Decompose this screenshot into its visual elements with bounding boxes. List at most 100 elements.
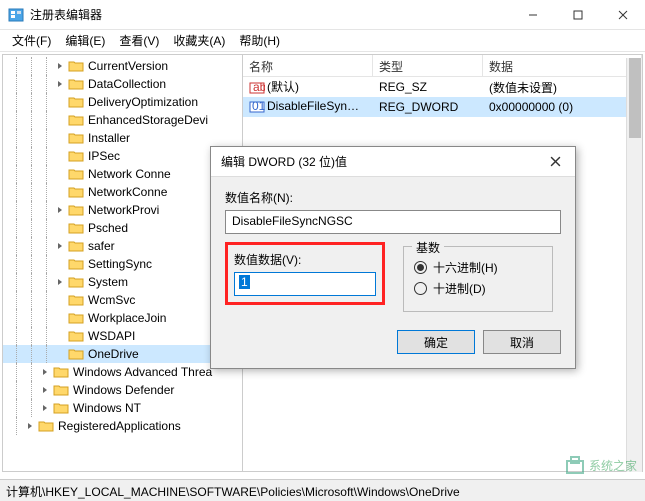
tree-item[interactable]: NetworkProvi <box>3 201 242 219</box>
expand-icon[interactable] <box>24 420 36 432</box>
tree-item[interactable]: Windows NT <box>3 399 242 417</box>
col-type[interactable]: 类型 <box>373 55 483 76</box>
value-type: REG_SZ <box>373 78 483 96</box>
dialog-close-button[interactable] <box>535 147 575 177</box>
tree-item[interactable]: EnhancedStorageDevi <box>3 111 242 129</box>
expand-icon[interactable] <box>39 384 51 396</box>
tree-item[interactable]: Windows Advanced Threa <box>3 363 242 381</box>
vertical-scrollbar[interactable] <box>626 58 642 472</box>
tree-item[interactable]: DataCollection <box>3 75 242 93</box>
folder-icon <box>68 275 84 289</box>
maximize-button[interactable] <box>555 0 600 30</box>
tree-item[interactable]: safer <box>3 237 242 255</box>
value-data: (数值未设置) <box>483 77 642 98</box>
tree-item[interactable]: WorkplaceJoin <box>3 309 242 327</box>
expand-icon[interactable] <box>54 222 66 234</box>
expand-icon[interactable] <box>54 78 66 90</box>
folder-icon <box>68 221 84 235</box>
folder-icon <box>68 293 84 307</box>
tree-item[interactable]: NetworkConne <box>3 183 242 201</box>
folder-icon <box>38 419 54 433</box>
col-data[interactable]: 数据 <box>483 55 642 76</box>
tree-item[interactable]: DeliveryOptimization <box>3 93 242 111</box>
value-data-selection: 1 <box>239 275 250 289</box>
tree-label: Windows Defender <box>73 383 174 397</box>
tree-label: Windows NT <box>73 401 141 415</box>
tree-label: DataCollection <box>88 77 166 91</box>
close-button[interactable] <box>600 0 645 30</box>
minimize-button[interactable] <box>510 0 555 30</box>
tree-item[interactable]: WcmSvc <box>3 291 242 309</box>
list-row[interactable]: ab(默认)REG_SZ(数值未设置) <box>243 77 642 97</box>
tree-label: NetworkProvi <box>88 203 159 217</box>
tree-item[interactable]: Installer <box>3 129 242 147</box>
list-row[interactable]: 011DisableFileSyn…REG_DWORD0x00000000 (0… <box>243 97 642 117</box>
scrollbar-thumb[interactable] <box>629 58 641 138</box>
tree-label: WcmSvc <box>88 293 135 307</box>
expand-icon[interactable] <box>54 294 66 306</box>
tree-item[interactable]: Psched <box>3 219 242 237</box>
expand-icon[interactable] <box>54 96 66 108</box>
tree-item[interactable]: IPSec <box>3 147 242 165</box>
tree-item[interactable]: Windows Defender <box>3 381 242 399</box>
expand-icon[interactable] <box>54 132 66 144</box>
tree-label: WSDAPI <box>88 329 135 343</box>
folder-icon <box>53 365 69 379</box>
tree-item[interactable]: SettingSync <box>3 255 242 273</box>
folder-icon <box>68 311 84 325</box>
tree-label: OneDrive <box>88 347 139 361</box>
expand-icon[interactable] <box>54 114 66 126</box>
tree-label: Installer <box>88 131 130 145</box>
expand-icon[interactable] <box>54 204 66 216</box>
tree-item[interactable]: Network Conne <box>3 165 242 183</box>
dialog-title: 编辑 DWORD (32 位)值 <box>221 153 535 170</box>
value-data-input[interactable]: 1 <box>234 272 376 296</box>
tree-item[interactable]: System <box>3 273 242 291</box>
expand-icon[interactable] <box>39 366 51 378</box>
tree-item[interactable]: WSDAPI <box>3 327 242 345</box>
expand-icon[interactable] <box>54 276 66 288</box>
menu-favorites[interactable]: 收藏夹(A) <box>167 30 231 51</box>
tree-item[interactable]: RegisteredApplications <box>3 417 242 435</box>
ok-button[interactable]: 确定 <box>397 330 475 354</box>
col-name[interactable]: 名称 <box>243 55 373 76</box>
expand-icon[interactable] <box>54 258 66 270</box>
expand-icon[interactable] <box>54 312 66 324</box>
expand-icon[interactable] <box>54 150 66 162</box>
tree-item[interactable]: OneDrive <box>3 345 242 363</box>
folder-icon <box>68 131 84 145</box>
watermark: 系统之家 <box>565 455 637 475</box>
expand-icon[interactable] <box>54 186 66 198</box>
value-type-icon: 011 <box>249 99 265 115</box>
svg-text:011: 011 <box>252 99 265 113</box>
title-bar: 注册表编辑器 <box>0 0 645 30</box>
folder-icon <box>68 167 84 181</box>
value-name-input[interactable]: DisableFileSyncNGSC <box>225 210 561 234</box>
menu-view[interactable]: 查看(V) <box>113 30 165 51</box>
tree-label: NetworkConne <box>88 185 167 199</box>
radio-hex-icon <box>414 261 427 274</box>
tree-label: Psched <box>88 221 128 235</box>
edit-dword-dialog: 编辑 DWORD (32 位)值 数值名称(N): DisableFileSyn… <box>210 146 576 369</box>
expand-icon[interactable] <box>54 330 66 342</box>
tree-label: Windows Advanced Threa <box>73 365 212 379</box>
expand-icon[interactable] <box>54 240 66 252</box>
menu-help[interactable]: 帮助(H) <box>233 30 286 51</box>
menu-file[interactable]: 文件(F) <box>6 30 57 51</box>
cancel-button[interactable]: 取消 <box>483 330 561 354</box>
expand-icon[interactable] <box>54 60 66 72</box>
folder-icon <box>68 347 84 361</box>
window-title: 注册表编辑器 <box>30 6 510 23</box>
folder-icon <box>68 185 84 199</box>
dialog-titlebar: 编辑 DWORD (32 位)值 <box>211 147 575 177</box>
folder-icon <box>53 401 69 415</box>
expand-icon[interactable] <box>54 168 66 180</box>
radio-dec[interactable]: 十进制(D) <box>414 280 542 297</box>
radio-hex[interactable]: 十六进制(H) <box>414 259 542 276</box>
base-legend: 基数 <box>412 239 444 256</box>
menu-edit[interactable]: 编辑(E) <box>59 30 111 51</box>
expand-icon[interactable] <box>39 402 51 414</box>
tree-item[interactable]: CurrentVersion <box>3 57 242 75</box>
tree-view[interactable]: CurrentVersion DataCollection DeliveryOpti… <box>3 55 243 471</box>
expand-icon[interactable] <box>54 348 66 360</box>
